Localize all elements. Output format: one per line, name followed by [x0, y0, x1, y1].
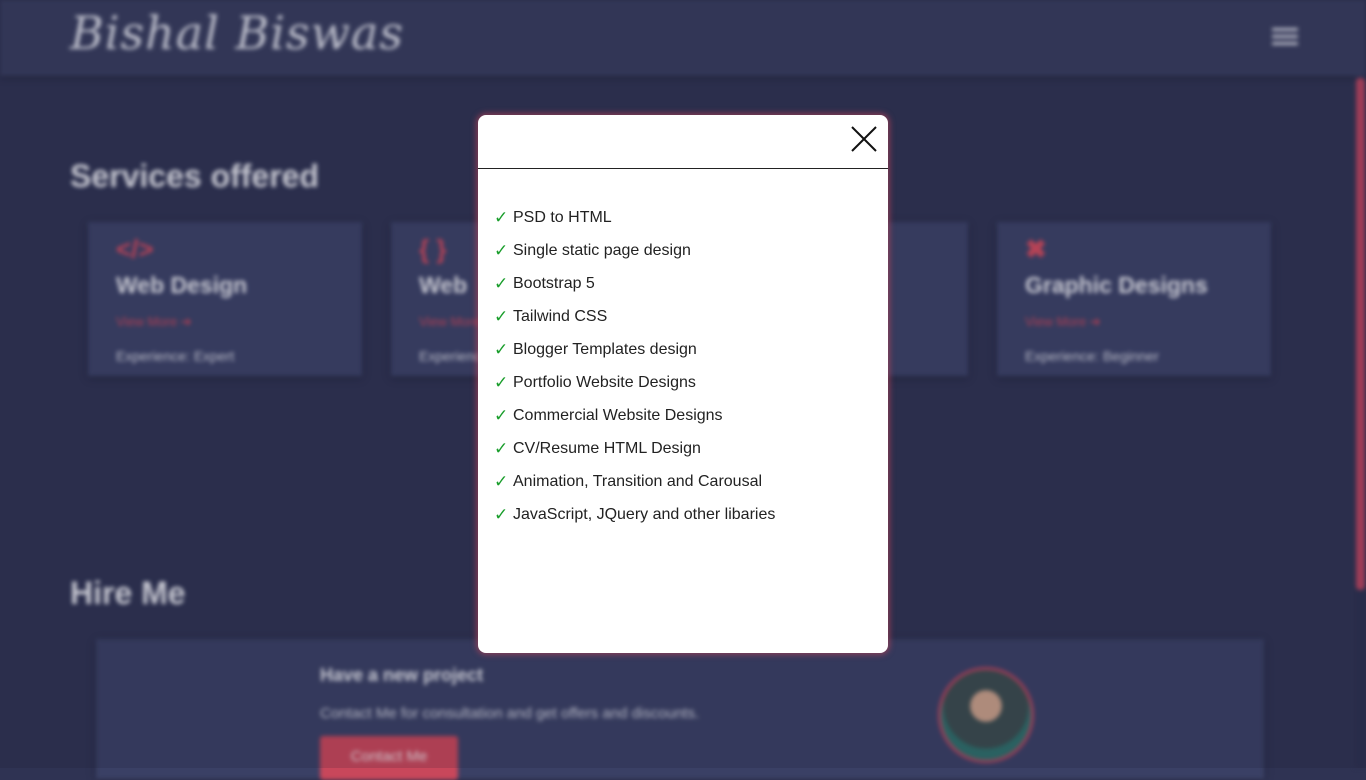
- list-item-label: Tailwind CSS: [513, 307, 608, 325]
- check-icon: ✓: [494, 273, 509, 294]
- check-icon: ✓: [494, 438, 509, 459]
- list-item: ✓ Portfolio Website Designs: [494, 366, 775, 399]
- list-item: ✓ Animation, Transition and Carousal: [494, 465, 775, 498]
- list-item-label: PSD to HTML: [513, 208, 612, 226]
- check-icon: ✓: [494, 339, 509, 360]
- list-item: ✓ Tailwind CSS: [494, 300, 775, 333]
- close-icon[interactable]: [850, 125, 878, 153]
- list-item-label: Bootstrap 5: [513, 274, 595, 292]
- check-icon: ✓: [494, 471, 509, 492]
- list-item: ✓ Bootstrap 5: [494, 267, 775, 300]
- check-icon: ✓: [494, 372, 509, 393]
- list-item-label: Portfolio Website Designs: [513, 373, 696, 391]
- services-list: ✓ PSD to HTML ✓ Single static page design …: [494, 201, 775, 531]
- list-item-label: Animation, Transition and Carousal: [513, 472, 763, 490]
- list-item-label: Single static page design: [513, 241, 691, 259]
- list-item: ✓ CV/Resume HTML Design: [494, 432, 775, 465]
- list-item-label: CV/Resume HTML Design: [513, 439, 701, 457]
- check-icon: ✓: [494, 405, 509, 426]
- check-icon: ✓: [494, 207, 509, 228]
- services-modal: ✓ PSD to HTML ✓ Single static page design …: [478, 115, 888, 653]
- check-icon: ✓: [494, 306, 509, 327]
- check-icon: ✓: [494, 240, 509, 261]
- modal-header: [478, 115, 888, 169]
- list-item-label: Blogger Templates design: [513, 340, 697, 358]
- list-item: ✓ Single static page design: [494, 234, 775, 267]
- list-item: ✓ JavaScript, JQuery and other libaries: [494, 498, 775, 531]
- list-item: ✓ Blogger Templates design: [494, 333, 775, 366]
- list-item: ✓ Commercial Website Designs: [494, 399, 775, 432]
- check-icon: ✓: [494, 504, 509, 525]
- list-item-label: JavaScript, JQuery and other libaries: [513, 505, 776, 523]
- list-item-label: Commercial Website Designs: [513, 406, 723, 424]
- list-item: ✓ PSD to HTML: [494, 201, 775, 234]
